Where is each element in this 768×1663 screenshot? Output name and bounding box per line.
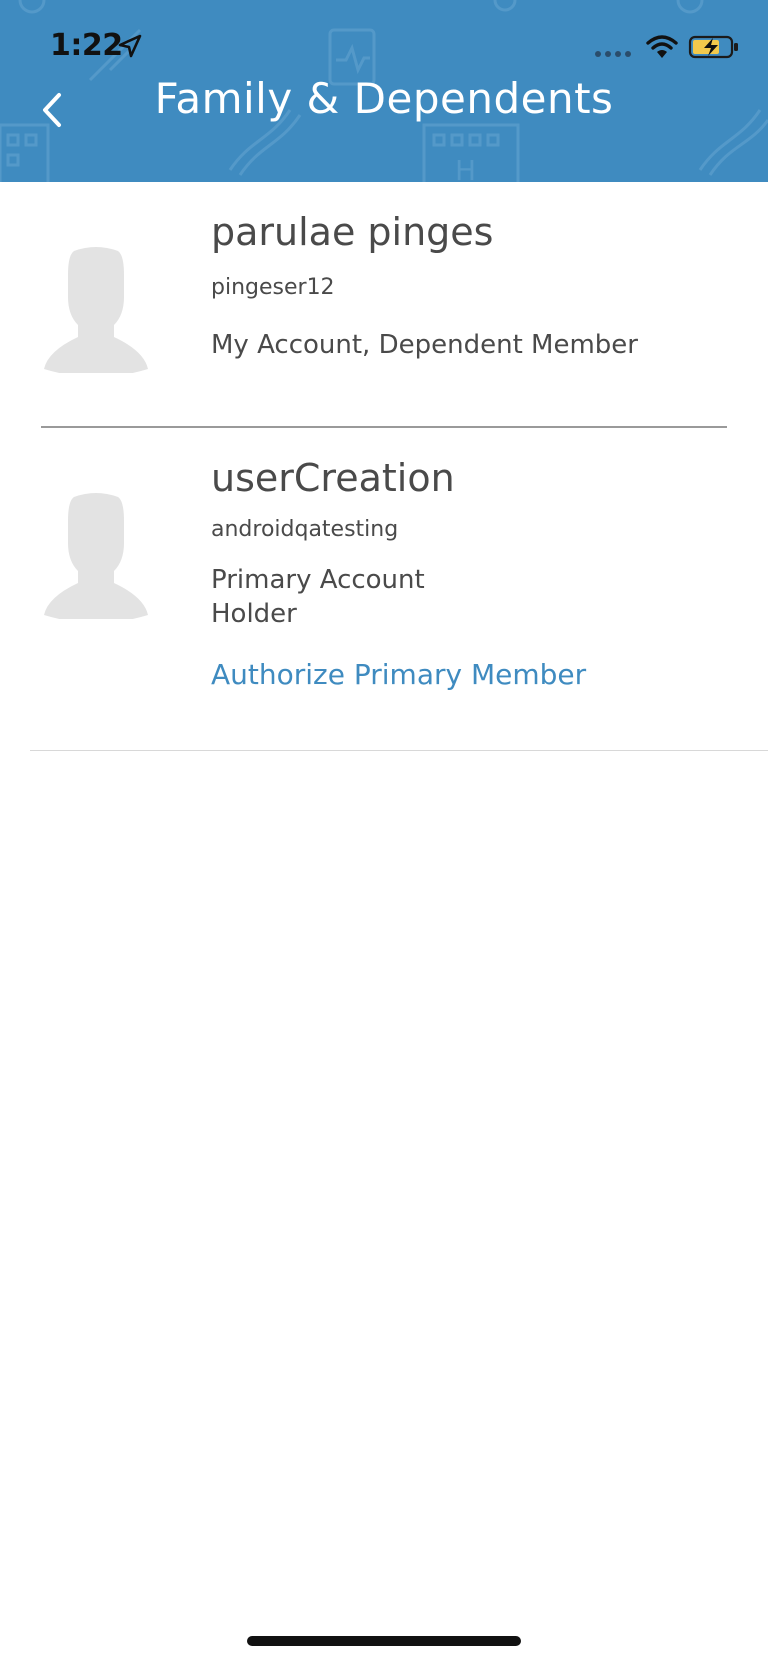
member-username: pingeser12 (211, 275, 335, 300)
battery-charging-icon (688, 35, 738, 59)
location-arrow-icon (118, 34, 142, 58)
screen: H 1:22 Family & Dependents parulae pinge… (0, 0, 768, 1663)
avatar-placeholder-icon (44, 247, 148, 373)
cellular-signal-icon (595, 51, 631, 57)
page-title: Family & Dependents (154, 74, 614, 123)
list-end-divider (30, 750, 768, 751)
member-card[interactable]: userCreation androidqatesting Primary Ac… (0, 428, 768, 750)
svg-text:H: H (455, 154, 476, 182)
member-card[interactable]: parulae pinges pingeser12 My Account, De… (0, 182, 768, 428)
member-name: userCreation (211, 456, 455, 500)
home-indicator[interactable] (247, 1636, 521, 1646)
status-time: 1:22 (50, 28, 123, 63)
member-username: androidqatesting (211, 517, 399, 542)
authorize-primary-member-link[interactable]: Authorize Primary Member (211, 658, 586, 691)
avatar-placeholder-icon (44, 493, 148, 619)
member-role-line: Holder (211, 599, 297, 629)
member-name: parulae pinges (211, 210, 494, 254)
header-bar: H 1:22 Family & Dependents (0, 0, 768, 182)
member-role-line: Primary Account (211, 565, 425, 595)
member-role-line: My Account, Dependent Member (211, 330, 638, 360)
member-role: My Account, Dependent Member (211, 328, 638, 362)
member-role: Primary Account Holder (211, 563, 425, 631)
wifi-icon (646, 35, 678, 58)
